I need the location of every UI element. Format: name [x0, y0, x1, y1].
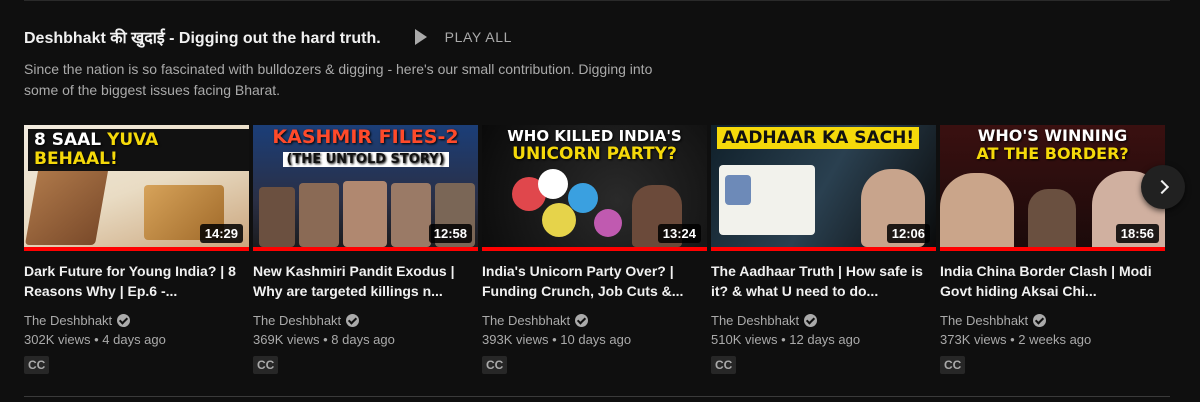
- video-title[interactable]: The Aadhaar Truth | How safe is it? & wh…: [711, 261, 936, 301]
- upload-age: 4 days ago: [102, 332, 166, 347]
- channel-name[interactable]: The Deshbhakt: [940, 313, 1028, 328]
- video-thumbnail[interactable]: AADHAAR KA SACH! 12:06: [711, 125, 936, 251]
- cc-badge: CC: [482, 356, 508, 374]
- video-title[interactable]: Dark Future for Young India? | 8 Reasons…: [24, 261, 249, 301]
- thumbnail-text: WHO KILLED INDIA'S: [507, 127, 682, 145]
- video-thumbnail[interactable]: WHO KILLED INDIA'S UNICORN PARTY? 13:24: [482, 125, 707, 251]
- video-card[interactable]: WHO KILLED INDIA'S UNICORN PARTY? 13:24 …: [482, 125, 707, 374]
- duration-badge: 12:58: [428, 224, 472, 243]
- channel-row: The Deshbhakt: [24, 311, 249, 329]
- watch-progress: [940, 247, 1165, 251]
- view-count: 373K views: [940, 332, 1007, 347]
- thumbnail-text: AADHAAR KA SACH!: [717, 127, 920, 149]
- channel-row: The Deshbhakt: [253, 311, 478, 329]
- channel-name[interactable]: The Deshbhakt: [482, 313, 570, 328]
- thumbnail-text: WHO'S WINNING: [977, 126, 1128, 145]
- thumbnail-text-highlight: (THE UNTOLD STORY): [282, 152, 449, 167]
- watch-progress: [253, 247, 478, 251]
- thumbnail-text: KASHMIR FILES-2: [272, 126, 459, 148]
- thumbnail-text-highlight: AT THE BORDER?: [976, 144, 1129, 163]
- verified-check-icon: [804, 313, 818, 327]
- play-all-label: PLAY ALL: [444, 29, 513, 45]
- shelf-next-button[interactable]: [1141, 165, 1185, 209]
- upload-age: 2 weeks ago: [1018, 332, 1092, 347]
- duration-badge: 14:29: [199, 224, 243, 243]
- view-count: 302K views: [24, 332, 91, 347]
- cc-badge: CC: [24, 356, 50, 374]
- thumbnail-text-highlight: UNICORN PARTY?: [512, 144, 677, 164]
- cc-badge: CC: [253, 356, 279, 374]
- view-count: 369K views: [253, 332, 320, 347]
- upload-age: 12 days ago: [789, 332, 861, 347]
- channel-name[interactable]: The Deshbhakt: [24, 313, 112, 328]
- video-meta: 369K views • 8 days ago: [253, 332, 395, 347]
- channel-row: The Deshbhakt: [482, 311, 707, 329]
- shelf-description: Since the nation is so fascinated with b…: [24, 61, 653, 98]
- chevron-right-icon: [1154, 179, 1169, 195]
- video-card[interactable]: KASHMIR FILES-2 (THE UNTOLD STORY) 12:58…: [253, 125, 478, 374]
- channel-name[interactable]: The Deshbhakt: [711, 313, 799, 328]
- play-icon: [414, 29, 427, 45]
- duration-badge: 18:56: [1115, 224, 1159, 243]
- shelf-title[interactable]: Deshbhakt की खुदाई - Digging out the har…: [24, 26, 381, 48]
- channel-row: The Deshbhakt: [940, 311, 1165, 329]
- view-count: 510K views: [711, 332, 778, 347]
- channel-name[interactable]: The Deshbhakt: [253, 313, 341, 328]
- top-divider: [24, 0, 1170, 1]
- video-meta: 510K views • 12 days ago: [711, 332, 861, 347]
- watch-progress: [711, 247, 936, 251]
- video-title[interactable]: India China Border Clash | Modi Govt hid…: [940, 261, 1165, 301]
- verified-check-icon: [1033, 313, 1047, 327]
- channel-row: The Deshbhakt: [711, 311, 936, 329]
- video-thumbnail[interactable]: KASHMIR FILES-2 (THE UNTOLD STORY) 12:58: [253, 125, 478, 251]
- video-thumbnail[interactable]: 8 SAAL YUVA BEHAAL! 14:29: [24, 125, 249, 251]
- verified-check-icon: [117, 313, 131, 327]
- upload-age: 10 days ago: [560, 332, 632, 347]
- shelf-header: Deshbhakt की खुदाई - Digging out the har…: [24, 26, 512, 48]
- play-all-button[interactable]: PLAY ALL: [414, 29, 513, 45]
- view-count: 393K views: [482, 332, 549, 347]
- video-meta: 373K views • 2 weeks ago: [940, 332, 1092, 347]
- watch-progress: [482, 247, 707, 251]
- video-meta: 302K views • 4 days ago: [24, 332, 166, 347]
- video-card[interactable]: WHO'S WINNING AT THE BORDER? 18:56 India…: [940, 125, 1165, 374]
- video-card[interactable]: 8 SAAL YUVA BEHAAL! 14:29 Dark Future fo…: [24, 125, 249, 374]
- video-title[interactable]: India's Unicorn Party Over? | Funding Cr…: [482, 261, 707, 301]
- watch-progress: [24, 247, 249, 251]
- thumbnail-text: 8 SAAL: [34, 130, 108, 150]
- video-thumbnail[interactable]: WHO'S WINNING AT THE BORDER? 18:56: [940, 125, 1165, 251]
- duration-badge: 12:06: [886, 224, 930, 243]
- cc-badge: CC: [711, 356, 737, 374]
- video-title[interactable]: New Kashmiri Pandit Exodus | Why are tar…: [253, 261, 478, 301]
- video-card[interactable]: AADHAAR KA SACH! 12:06 The Aadhaar Truth…: [711, 125, 936, 374]
- bottom-divider: [24, 396, 1170, 397]
- video-meta: 393K views • 10 days ago: [482, 332, 632, 347]
- duration-badge: 13:24: [657, 224, 701, 243]
- upload-age: 8 days ago: [331, 332, 395, 347]
- verified-check-icon: [575, 313, 589, 327]
- verified-check-icon: [346, 313, 360, 327]
- cc-badge: CC: [940, 356, 966, 374]
